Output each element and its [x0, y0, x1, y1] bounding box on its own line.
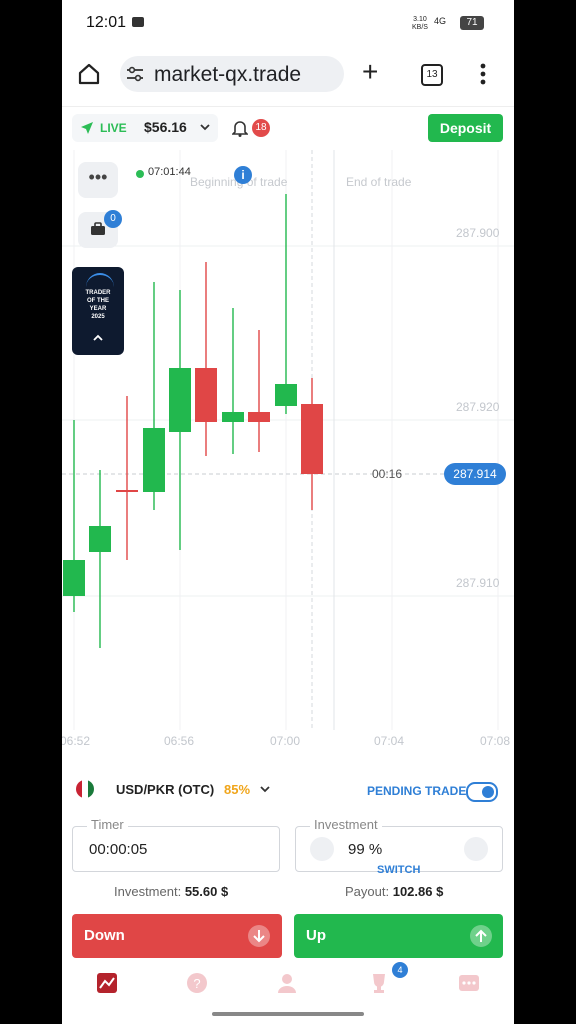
- payout-summary: Payout: 102.86 $: [345, 884, 443, 899]
- flag-icon: [76, 780, 94, 798]
- battery-icon: 71: [460, 16, 484, 30]
- timer-label: Timer: [87, 817, 128, 832]
- bottom-nav: ? 4: [62, 962, 514, 1006]
- nav-help-icon[interactable]: ?: [186, 972, 208, 994]
- pending-trade-label[interactable]: PENDING TRADE: [367, 784, 466, 798]
- new-tab-icon[interactable]: +: [362, 58, 378, 86]
- promo-text: TRADER OF THE YEAR 2025: [85, 290, 111, 320]
- candle-body: [143, 428, 165, 492]
- plus-icon[interactable]: [464, 837, 488, 861]
- account-mode: LIVE: [100, 121, 127, 135]
- asset-selector[interactable]: USD/PKR (OTC): [116, 782, 214, 797]
- chevron-down-icon: [200, 124, 210, 131]
- candle-body: [195, 368, 217, 422]
- candle-body: [116, 490, 138, 492]
- down-button[interactable]: Down: [72, 914, 282, 958]
- x-tick-label: 06:52: [62, 734, 91, 748]
- promo-decoration: [86, 273, 114, 289]
- promo-banner[interactable]: TRADER OF THE YEAR 2025: [72, 267, 124, 355]
- chevron-down-icon[interactable]: [260, 784, 270, 794]
- candle-body: [275, 384, 297, 406]
- timer-value: 00:00:05: [89, 841, 148, 858]
- nav-trophy-icon[interactable]: [368, 972, 390, 994]
- chart-canvas[interactable]: [62, 150, 514, 762]
- url-text: market-qx.trade: [154, 63, 302, 86]
- payout-summary-label: Payout:: [345, 884, 390, 899]
- account-balance: $56.16: [144, 119, 187, 135]
- bell-icon[interactable]: [232, 119, 248, 137]
- send-icon: [81, 122, 93, 134]
- x-tick-label: 07:04: [374, 734, 405, 748]
- x-tick-label: 07:00: [270, 734, 301, 748]
- investment-value: 99 %: [348, 841, 383, 858]
- investment-summary-label: Investment:: [114, 884, 182, 899]
- current-price-tag: 287.914: [444, 463, 506, 485]
- info-icon[interactable]: i: [234, 166, 252, 184]
- notification-badge: 18: [252, 119, 270, 137]
- svg-text:?: ?: [193, 976, 200, 991]
- up-label: Up: [306, 927, 326, 944]
- down-label: Down: [84, 927, 125, 944]
- home-indicator: [212, 1012, 364, 1016]
- y-tick-label: 287.910: [456, 576, 500, 590]
- up-button[interactable]: Up: [294, 914, 503, 958]
- candle-body: [169, 368, 191, 432]
- pending-trade-toggle[interactable]: [466, 782, 498, 802]
- minus-icon[interactable]: [310, 837, 334, 861]
- open-trades-badge: 0: [104, 210, 122, 228]
- nav-chat-icon[interactable]: [458, 972, 480, 994]
- chevron-up-icon[interactable]: [92, 333, 104, 343]
- asset-payout: 85%: [224, 782, 251, 797]
- nav-chart-icon[interactable]: [96, 972, 118, 994]
- timer-field[interactable]: Timer 00:00:05: [72, 817, 280, 872]
- candle-body: [222, 412, 244, 422]
- phone-screen: 12:01 3.10 KB/S 4G 71 market-qx.trade + …: [62, 0, 514, 1024]
- server-clock: 07:01:44: [148, 166, 191, 178]
- browser-toolbar: market-qx.trade + 13: [62, 48, 514, 104]
- payout-summary-value: 102.86 $: [392, 884, 444, 899]
- briefcase-icon: [91, 222, 105, 235]
- investment-summary: Investment: 55.60 $: [114, 884, 228, 899]
- switch-button[interactable]: SWITCH: [377, 864, 420, 876]
- status-bar: 12:01 3.10 KB/S 4G 71: [62, 0, 514, 48]
- home-icon[interactable]: [78, 62, 100, 86]
- toggle-knob: [482, 786, 494, 798]
- candle-body: [63, 560, 85, 596]
- deposit-button[interactable]: Deposit: [428, 114, 503, 142]
- y-tick-label: 287.900: [456, 226, 500, 240]
- signal-icon: 4G: [434, 16, 447, 26]
- platform-header: LIVE $56.16 18 Deposit: [62, 106, 514, 151]
- investment-summary-value: 55.60 $: [184, 884, 229, 899]
- chart-menu-button[interactable]: •••: [78, 162, 118, 198]
- x-tick-label: 06:56: [164, 734, 195, 748]
- candle-body: [301, 404, 323, 474]
- nav-profile-icon[interactable]: [276, 972, 298, 994]
- arrow-up-icon: [470, 925, 492, 947]
- clock-indicator: [136, 170, 144, 178]
- screen-record-icon: [132, 17, 144, 27]
- candle-body: [89, 526, 111, 552]
- more-vert-icon[interactable]: [480, 62, 486, 86]
- y-tick-label: 287.920: [456, 400, 500, 414]
- end-of-trade-label: End of trade: [346, 175, 412, 189]
- x-tick-label: 07:08: [480, 734, 511, 748]
- address-bar[interactable]: market-qx.trade: [120, 56, 344, 92]
- asset-row: USD/PKR (OTC) 85% PENDING TRADE: [62, 774, 514, 806]
- account-selector[interactable]: LIVE $56.16: [72, 114, 218, 142]
- price-chart[interactable]: 287.900 287.920 287.910 06:52 06:56 07:0…: [62, 150, 514, 762]
- status-time: 12:01: [86, 14, 127, 31]
- net-speed: 3.10 KB/S: [412, 16, 428, 31]
- site-settings-icon[interactable]: [126, 66, 144, 82]
- candle-body: [248, 412, 270, 422]
- expiry-countdown: 00:16: [372, 467, 403, 481]
- investment-label: Investment: [310, 817, 382, 832]
- tabs-count-button[interactable]: 13: [421, 64, 443, 86]
- tournaments-badge: 4: [392, 962, 408, 978]
- arrow-down-icon: [248, 925, 270, 947]
